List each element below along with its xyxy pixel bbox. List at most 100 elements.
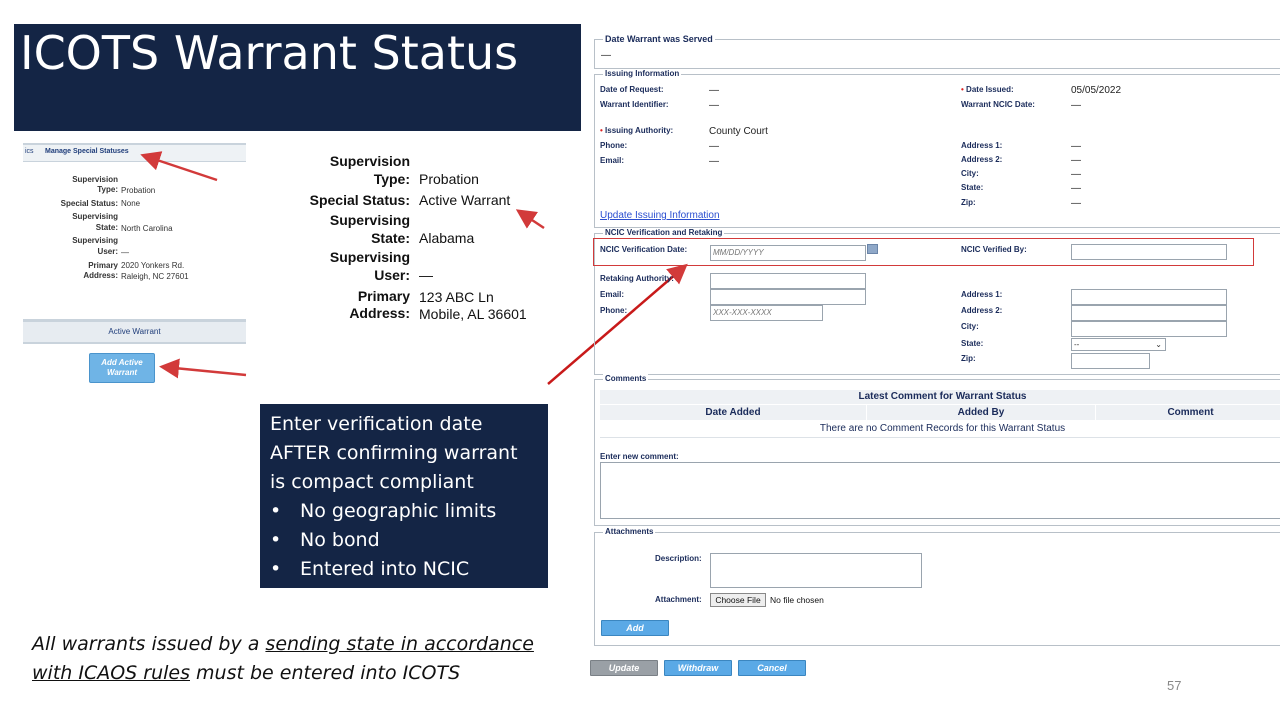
ncic-highlight-box <box>593 238 1254 266</box>
retaking-phone-input[interactable] <box>710 305 823 321</box>
arrow-to-manage-statuses <box>140 151 218 182</box>
choose-file-button[interactable]: Choose File <box>710 593 766 607</box>
issuing-address1-label: Address 1: <box>961 141 1003 150</box>
add-attachment-button[interactable]: Add <box>601 620 669 636</box>
callout-bullet: No geographic limits <box>270 497 538 526</box>
fieldset-attachments: Attachments Description: Attachment: Cho… <box>594 527 1280 646</box>
issuing-phone-label: Phone: <box>600 141 628 150</box>
date-of-request-value: — <box>709 85 719 96</box>
comments-col-comment: Comment <box>1096 405 1280 420</box>
retaking-state-select[interactable]: -- ⌄ <box>1071 338 1166 351</box>
mid-user-value: — <box>419 267 433 283</box>
issuing-zip-value: — <box>1071 198 1081 209</box>
legend-ncic-verification: NCIC Verification and Retaking <box>603 228 725 237</box>
retaking-city-label: City: <box>961 322 979 331</box>
attachment-label: Attachment: <box>655 595 702 604</box>
retaking-phone-label: Phone: <box>600 306 628 315</box>
attachment-description-textarea[interactable] <box>710 553 922 588</box>
retaking-city-input[interactable] <box>1071 321 1227 337</box>
new-comment-textarea[interactable] <box>600 462 1280 519</box>
warrant-ncic-date-label: Warrant NCIC Date: <box>961 100 1035 109</box>
legend-date-served: Date Warrant was Served <box>603 34 715 44</box>
callout-line-1: Enter verification date <box>270 413 483 435</box>
warrant-ncic-date-value: — <box>1071 100 1081 111</box>
issuing-state-label: State: <box>961 183 984 192</box>
callout-bullet: Entered into NCIC <box>270 555 538 584</box>
chevron-down-icon: ⌄ <box>1155 340 1162 349</box>
retaking-email-input[interactable] <box>710 289 866 305</box>
warrant-identifier-value: — <box>709 100 719 111</box>
retaking-state-label: State: <box>961 339 984 348</box>
legend-issuing-information: Issuing Information <box>603 69 682 78</box>
issuing-email-value: — <box>709 156 719 167</box>
attachment-description-label: Description: <box>655 554 702 563</box>
mid-supervising-label-2: Supervising <box>329 249 410 265</box>
footnote-post: must be entered into ICOTS <box>190 662 461 684</box>
date-issued-label: • Date Issued: <box>961 85 1014 94</box>
warrant-status-form: Date Warrant was Served — Issuing Inform… <box>590 34 1280 684</box>
comments-empty-row: There are no Comment Records for this Wa… <box>819 423 1066 434</box>
comments-table-title: Latest Comment for Warrant Status <box>600 390 1280 405</box>
fieldset-date-served: Date Warrant was Served — <box>594 34 1280 69</box>
retaking-email-label: Email: <box>600 290 625 299</box>
fieldset-comments: Comments Latest Comment for Warrant Stat… <box>594 374 1280 526</box>
issuing-city-label: City: <box>961 169 979 178</box>
retaking-zip-label: Zip: <box>961 354 976 363</box>
callout-bullet: No bond <box>270 526 538 555</box>
arrow-to-add-warrant <box>159 358 247 379</box>
warrant-identifier-label: Warrant Identifier: <box>600 100 669 109</box>
callout-line-3: is compact compliant <box>270 471 474 493</box>
mid-supervising-label-1: Supervising <box>329 212 410 228</box>
comments-divider <box>600 437 1280 438</box>
retaking-address2-input[interactable] <box>1071 305 1227 321</box>
issuing-phone-value: — <box>709 141 719 152</box>
issuing-email-label: Email: <box>600 156 625 165</box>
mid-state-label: State: <box>371 230 410 246</box>
mid-special-status-label: Special Status: <box>309 192 410 208</box>
legend-comments: Comments <box>603 374 649 383</box>
date-of-request-label: Date of Request: <box>600 85 664 94</box>
date-issued-value: 05/05/2022 <box>1071 85 1122 96</box>
retaking-zip-input[interactable] <box>1071 353 1150 369</box>
mid-special-status-value: Active Warrant <box>419 192 511 208</box>
new-comment-label: Enter new comment: <box>600 452 679 461</box>
footnote: All warrants issued by a sending state i… <box>32 630 534 688</box>
retaking-state-selected: -- <box>1074 340 1080 349</box>
retaking-authority-input[interactable] <box>710 273 866 289</box>
footnote-link-part2: with ICAOS rules <box>32 662 190 684</box>
legend-attachments: Attachments <box>603 527 656 536</box>
mid-primary-label: Primary <box>357 288 410 304</box>
issuing-authority-label-text: Issuing Authority: <box>605 126 674 135</box>
footnote-pre: All warrants issued by a <box>32 633 266 655</box>
withdraw-button[interactable]: Withdraw <box>664 660 732 676</box>
callout-line-2: AFTER confirming warrant <box>270 442 518 464</box>
retaking-address1-label: Address 1: <box>961 290 1003 299</box>
retaking-address1-input[interactable] <box>1071 289 1227 305</box>
issuing-address2-value: — <box>1071 155 1081 166</box>
date-served-value: — <box>601 50 611 61</box>
issuing-authority-label: • Issuing Authority: <box>600 126 674 135</box>
date-issued-label-text: Date Issued: <box>966 85 1014 94</box>
update-issuing-information-link[interactable]: Update Issuing Information <box>600 210 720 221</box>
issuing-authority-value: County Court <box>709 126 768 137</box>
mid-address-label: Address: <box>349 305 410 321</box>
comments-col-added-by: Added By <box>867 405 1095 420</box>
mid-address-line2: Mobile, AL 36601 <box>419 306 527 322</box>
issuing-address1-value: — <box>1071 141 1081 152</box>
mid-user-label: User: <box>374 267 410 283</box>
retaking-address2-label: Address 2: <box>961 306 1003 315</box>
issuing-city-value: — <box>1071 169 1081 180</box>
no-file-chosen-text: No file chosen <box>770 595 824 605</box>
callout-bullets: No geographic limits No bond Entered int… <box>270 497 538 584</box>
instruction-callout: Enter verification date AFTER confirming… <box>260 404 548 588</box>
retaking-authority-label: Retaking Authority: <box>600 274 674 283</box>
mid-type-label: Type: <box>373 171 410 187</box>
mid-state-value: Alabama <box>419 230 475 246</box>
mid-address-line1: 123 ABC Ln <box>419 289 494 305</box>
mid-supervision-label-1: Supervision <box>329 153 410 169</box>
issuing-address2-label: Address 2: <box>961 155 1003 164</box>
arrow-to-active-warrant <box>515 209 545 230</box>
update-button[interactable]: Update <box>590 660 658 676</box>
fieldset-issuing-information: Issuing Information Date of Request: — W… <box>594 69 1280 228</box>
cancel-button[interactable]: Cancel <box>738 660 806 676</box>
